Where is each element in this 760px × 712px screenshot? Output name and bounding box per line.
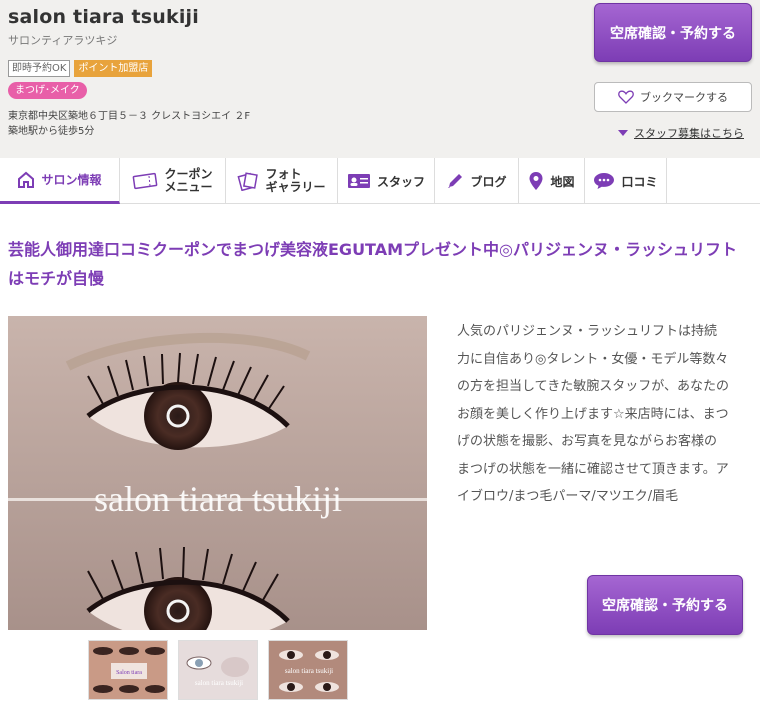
salon-nav: サロン情報 クーポン メニュー フォト ギャラリー スタッフ ブログ 地図 口コ… xyxy=(0,158,760,204)
main-photo[interactable]: salon tiara tsukiji xyxy=(8,316,427,630)
tab-salon-info[interactable]: サロン情報 xyxy=(0,158,120,204)
thumbnail-caption: Salon tiara xyxy=(116,670,142,676)
tab-label: ブログ xyxy=(470,174,507,189)
coupon-icon xyxy=(133,172,158,190)
staff-recruit-label: スタッフ募集はこちら xyxy=(634,127,744,140)
bookmark-button[interactable]: ブックマークする xyxy=(594,82,752,112)
thumbnail-image: salon tiara tsukiji xyxy=(179,641,257,699)
salon-header: salon tiara tsukiji サロンティアラツキジ 即時予約OK ポイ… xyxy=(0,0,760,158)
tab-label-line1: クーポン xyxy=(164,167,213,181)
tab-label: フォト ギャラリー xyxy=(265,168,325,194)
address-line: 東京都中央区築地６丁目５－３ クレストヨシエイ ２F xyxy=(8,111,251,122)
triangle-down-icon xyxy=(618,130,628,136)
salon-address: 東京都中央区築地６丁目５－３ クレストヨシエイ ２F 築地駅から徒歩5分 xyxy=(8,109,250,139)
tab-reviews[interactable]: 口コミ xyxy=(585,158,667,204)
salon-description: 人気のパリジェンヌ・ラッシュリフトは持続力に自信あり◎タレント・女優・モデル等数… xyxy=(457,324,729,504)
reserve-button-main[interactable]: 空席確認・予約する xyxy=(587,575,743,635)
access-line: 築地駅から徒歩5分 xyxy=(8,126,95,137)
tab-label-line1: フォト xyxy=(265,167,302,181)
point-member-badge: ポイント加盟店 xyxy=(74,60,153,77)
thumbnail-caption: salon tiara tsukiji xyxy=(195,679,243,687)
bookmark-label: ブックマークする xyxy=(640,91,728,104)
eyelash-photo: salon tiara tsukiji xyxy=(8,316,427,630)
tab-photo-gallery[interactable]: フォト ギャラリー xyxy=(226,158,338,204)
tab-label: サロン情報 xyxy=(41,173,102,187)
badge-row: 即時予約OK ポイント加盟店 xyxy=(8,60,153,77)
staff-recruit-link[interactable]: スタッフ募集はこちら xyxy=(618,125,744,141)
tab-label: 地図 xyxy=(550,174,575,189)
staff-card-icon xyxy=(347,174,370,188)
photo-watermark: salon tiara tsukiji xyxy=(94,479,342,519)
thumbnail-1[interactable]: Salon tiara xyxy=(88,640,168,700)
speech-bubble-icon xyxy=(594,173,615,189)
thumbnail-strip: Salon tiara salon tiara tsukiji salon ti… xyxy=(88,640,348,700)
thumbnail-3[interactable]: salon tiara tsukiji xyxy=(268,640,348,700)
photo-icon xyxy=(237,172,259,191)
tab-label: クーポン メニュー xyxy=(164,168,212,194)
genre-tag[interactable]: まつげ･メイク xyxy=(8,82,87,99)
instant-booking-badge: 即時予約OK xyxy=(8,60,71,77)
tab-map[interactable]: 地図 xyxy=(519,158,585,204)
salon-name[interactable]: salon tiara tsukiji xyxy=(8,6,199,28)
thumbnail-caption: salon tiara tsukiji xyxy=(285,667,333,675)
reserve-button-top[interactable]: 空席確認・予約する xyxy=(594,3,752,62)
tab-label-line2: ギャラリー xyxy=(265,180,326,194)
tab-label: 口コミ xyxy=(621,174,658,189)
pencil-icon xyxy=(448,174,463,188)
tab-label: スタッフ xyxy=(376,174,425,189)
thumbnail-image: Salon tiara xyxy=(89,641,167,699)
tab-blog[interactable]: ブログ xyxy=(435,158,519,204)
thumbnail-image: salon tiara tsukiji xyxy=(269,641,347,699)
thumbnail-2[interactable]: salon tiara tsukiji xyxy=(178,640,258,700)
map-pin-icon xyxy=(529,172,543,190)
salon-kana: サロンティアラツキジ xyxy=(8,34,118,47)
tab-coupon-menu[interactable]: クーポン メニュー xyxy=(120,158,226,204)
heart-icon xyxy=(618,90,634,104)
tab-staff[interactable]: スタッフ xyxy=(338,158,435,204)
tab-label-line2: メニュー xyxy=(164,180,213,194)
home-icon xyxy=(18,171,35,188)
catch-copy: 芸能人御用達口コミクーポンでまつげ美容液EGUTAMプレゼント中◎パリジェンヌ・… xyxy=(8,240,737,288)
